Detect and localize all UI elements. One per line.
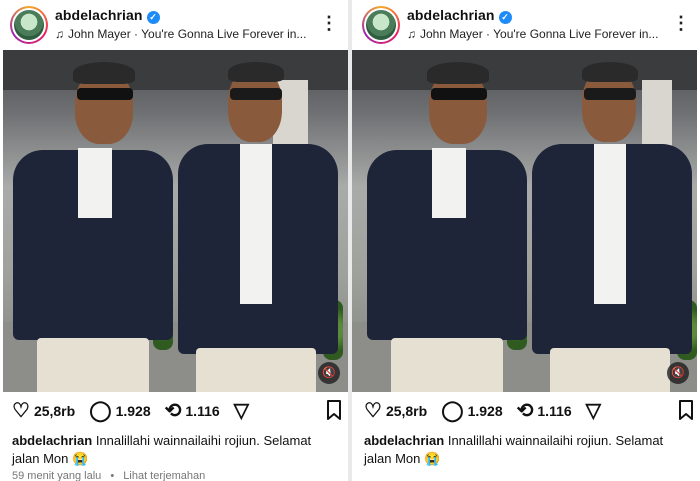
music-title: John Mayer · You're Gonna Live Forever i… bbox=[68, 27, 307, 41]
caption-username[interactable]: abdelachrian bbox=[12, 433, 92, 448]
more-options-icon[interactable]: ⋮ bbox=[672, 14, 690, 32]
username[interactable]: abdelachrian ✓ bbox=[407, 7, 512, 24]
caption: abdelachrian Innalillahi wainnailaihi ro… bbox=[12, 432, 342, 468]
post-panel-left: abdelachrian ✓ ♫ John Mayer · You're Gonna… bbox=[0, 0, 348, 481]
action-bar: ♡ 25,8rb ◯ 1.928 ⟲ 1.116 ▽ bbox=[12, 398, 342, 424]
comment-button[interactable]: ◯ 1.928 bbox=[89, 401, 150, 421]
comment-count: 1.928 bbox=[115, 403, 151, 419]
meta-separator: • bbox=[110, 470, 115, 481]
repost-button[interactable]: ⟲ 1.116 bbox=[517, 401, 572, 421]
post-time: 59 menit yang lalu bbox=[12, 470, 102, 481]
caption: abdelachrian Innalillahi wainnailaihi ro… bbox=[364, 432, 694, 468]
like-count: 25,8rb bbox=[33, 403, 76, 419]
username-text[interactable]: abdelachrian bbox=[55, 7, 143, 23]
mute-icon[interactable]: 🔇 bbox=[318, 362, 340, 384]
share-button[interactable]: ▽ bbox=[234, 401, 253, 421]
like-button[interactable]: ♡ 25,8rb bbox=[12, 401, 75, 421]
music-note-icon: ♫ bbox=[55, 27, 64, 41]
post-header: abdelachrian ✓ ♫ John Mayer · You're Gonna… bbox=[0, 0, 348, 50]
translate-link[interactable]: Lihat terjemahan bbox=[123, 470, 205, 481]
comment-button[interactable]: ◯ 1.928 bbox=[441, 401, 502, 421]
post-header: abdelachrian ✓ ♫ John Mayer · You're Gonna… bbox=[352, 0, 700, 50]
post-photo[interactable]: 🔇 bbox=[352, 50, 697, 392]
heart-icon: ♡ bbox=[12, 400, 30, 422]
post-photo[interactable]: 🔇 bbox=[3, 50, 348, 392]
post-meta: 59 menit yang lalu • Lihat terjemahan bbox=[12, 470, 205, 481]
avatar[interactable] bbox=[362, 6, 400, 44]
send-icon: ▽ bbox=[233, 400, 250, 422]
like-count: 25,8rb bbox=[385, 403, 428, 419]
comment-icon: ◯ bbox=[89, 400, 112, 422]
music-note-icon: ♫ bbox=[407, 27, 416, 41]
bookmark-icon[interactable] bbox=[326, 400, 342, 420]
music-title: John Mayer · You're Gonna Live Forever i… bbox=[420, 27, 659, 41]
repost-count: 1.116 bbox=[537, 403, 572, 419]
more-options-icon[interactable]: ⋮ bbox=[320, 14, 338, 32]
heart-icon: ♡ bbox=[364, 400, 382, 422]
mute-icon[interactable]: 🔇 bbox=[667, 362, 689, 384]
username-text[interactable]: abdelachrian bbox=[407, 7, 495, 23]
repost-icon: ⟲ bbox=[516, 400, 534, 422]
like-button[interactable]: ♡ 25,8rb bbox=[364, 401, 427, 421]
caption-username[interactable]: abdelachrian bbox=[364, 433, 444, 448]
repost-button[interactable]: ⟲ 1.116 bbox=[165, 401, 220, 421]
avatar[interactable] bbox=[10, 6, 48, 44]
username[interactable]: abdelachrian ✓ bbox=[55, 7, 160, 24]
music-info[interactable]: ♫ John Mayer · You're Gonna Live Forever … bbox=[55, 27, 306, 41]
repost-count: 1.116 bbox=[185, 403, 220, 419]
share-button[interactable]: ▽ bbox=[586, 401, 605, 421]
verified-icon: ✓ bbox=[498, 11, 512, 24]
comment-icon: ◯ bbox=[441, 400, 464, 422]
bookmark-icon[interactable] bbox=[678, 400, 694, 420]
repost-icon: ⟲ bbox=[164, 400, 182, 422]
music-info[interactable]: ♫ John Mayer · You're Gonna Live Forever … bbox=[407, 27, 658, 41]
verified-icon: ✓ bbox=[146, 11, 160, 24]
send-icon: ▽ bbox=[585, 400, 602, 422]
comment-count: 1.928 bbox=[467, 403, 503, 419]
post-panel-right: abdelachrian ✓ ♫ John Mayer · You're Gonna… bbox=[352, 0, 700, 481]
action-bar: ♡ 25,8rb ◯ 1.928 ⟲ 1.116 ▽ bbox=[364, 398, 694, 424]
